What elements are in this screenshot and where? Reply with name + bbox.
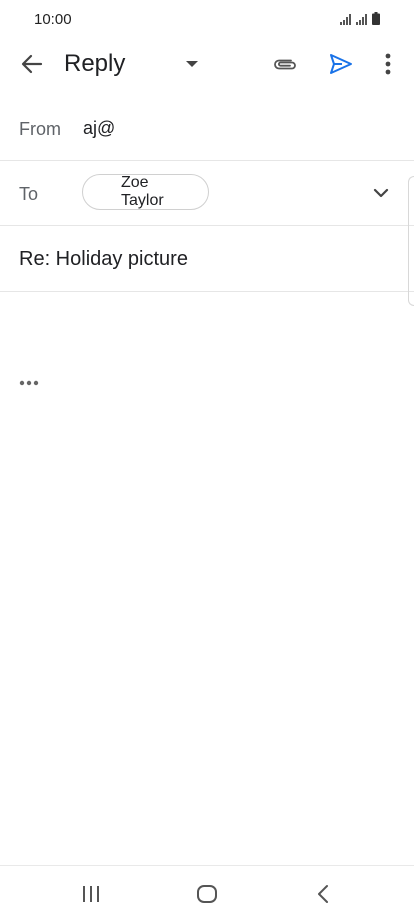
system-nav-bar <box>0 865 414 920</box>
dropdown-arrow-icon <box>186 61 198 67</box>
show-quoted-text-button[interactable] <box>16 374 42 392</box>
back-button[interactable] <box>14 46 50 82</box>
battery-icon <box>372 12 380 30</box>
scroll-edge-handle[interactable] <box>408 176 414 306</box>
subject-row: Re: Holiday picture <box>0 226 414 292</box>
body-field[interactable] <box>0 292 414 362</box>
subject-field[interactable]: Re: Holiday picture <box>19 248 188 271</box>
chevron-down-icon <box>373 188 389 198</box>
nav-back-icon <box>318 885 328 903</box>
arrow-back-icon <box>21 54 43 74</box>
status-time: 10:00 <box>34 11 72 28</box>
expand-recipients-button[interactable] <box>366 179 396 207</box>
nav-back-button[interactable] <box>308 880 338 908</box>
signal-icon <box>356 12 368 30</box>
from-account-selector[interactable]: aj@ <box>83 118 115 139</box>
ellipsis-icon <box>19 380 39 386</box>
attachment-icon <box>274 59 296 70</box>
more-options-button[interactable] <box>372 46 404 82</box>
recipient-name: Zoe Taylor <box>121 174 164 209</box>
app-bar: Reply <box>0 38 414 90</box>
to-row: To Zoe Taylor <box>0 161 414 226</box>
status-bar: 10:00 <box>0 0 414 38</box>
to-label: To <box>19 184 39 204</box>
compose-mode-title[interactable]: Reply <box>64 50 125 78</box>
from-label: From <box>19 119 61 139</box>
compose-mode-dropdown[interactable] <box>178 50 206 78</box>
recipient-chip[interactable]: Zoe Taylor <box>82 174 209 210</box>
home-icon <box>197 885 217 903</box>
send-button[interactable] <box>322 46 360 82</box>
recents-button[interactable] <box>76 880 106 908</box>
from-row: From aj@ <box>0 96 414 161</box>
compose-screen: 10:00 Reply From aj@ To Zoe Taylor Re: H… <box>0 0 414 920</box>
more-vert-icon <box>385 53 391 75</box>
status-icons <box>340 12 380 30</box>
send-icon <box>330 54 352 74</box>
signal-icon <box>340 12 352 30</box>
recents-icon <box>83 886 99 902</box>
home-button[interactable] <box>192 880 222 908</box>
attach-button[interactable] <box>266 46 304 82</box>
